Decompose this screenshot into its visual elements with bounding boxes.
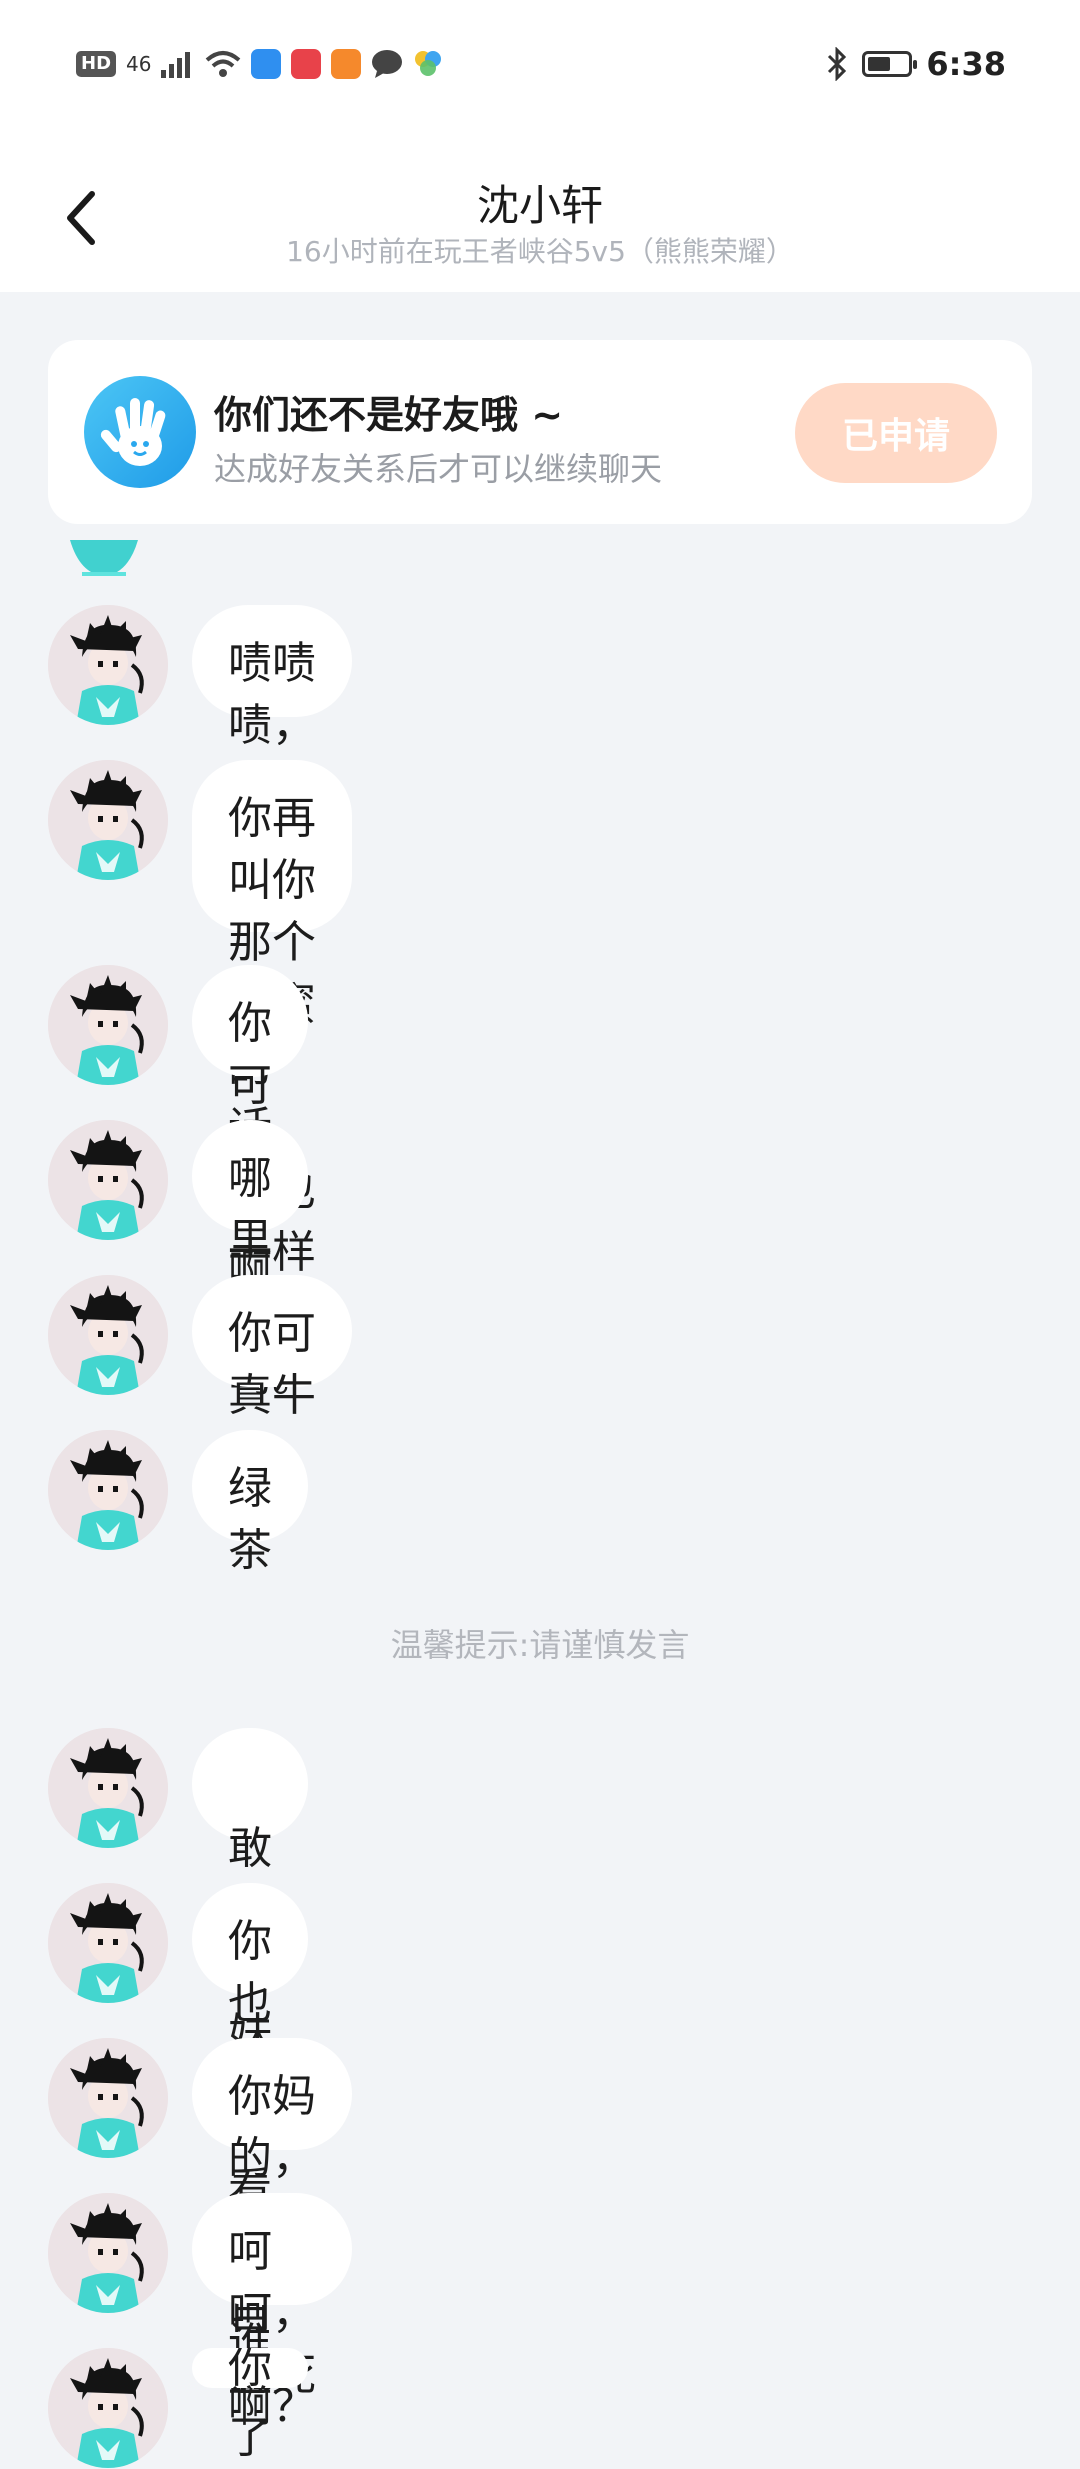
message-bubble[interactable]: 你说你的更吃不是 [192,2348,308,2388]
cloud-app-icon [251,49,282,79]
avatar[interactable] [48,1430,168,1550]
avatar[interactable] [48,1883,168,2003]
status-right: 6:38 [826,44,1006,84]
notice-description: 达成好友关系后才可以继续聊天 [214,450,663,488]
notice-title: 你们还不是好友哦 ~ [214,393,564,437]
message-bubble[interactable]: 呵呵，丑死了 [192,2193,352,2463]
message-bubble[interactable]: 哪里来的 [192,1120,308,1390]
status-bar: HD 46 6:38 [0,0,1080,130]
applied-button[interactable]: 已申请 [795,383,997,483]
bluetooth-icon [828,47,847,81]
message-bubble[interactable]: 你妈的，你以为你谁啊？ [192,2038,352,2432]
contact-name[interactable]: 沈小轩 [0,172,1080,233]
friend-notice-card: 你们还不是好友哦 ~ 达成好友关系后才可以继续聊天 已申请 [48,340,1032,524]
clock: 6:38 [926,45,1006,83]
avatar[interactable] [48,2193,168,2313]
message-icon [372,50,403,78]
avatar[interactable] [48,760,168,880]
message-bubble[interactable]: 你可真牛啊。 [192,1275,352,1483]
avatar[interactable] [48,1275,168,1395]
contact-status: 16小时前在玩王者峡谷5v5（熊熊荣耀） [286,235,794,268]
status-left: HD 46 [76,44,443,84]
network-label: 46 [126,52,152,76]
warning-tip: 温馨提示:请谨慎发言 [390,1626,690,1664]
avatar[interactable] [48,1120,168,1240]
avatar[interactable] [48,1728,168,1848]
video-app-icon [331,49,362,79]
message-bubble[interactable]: 你可真牛啊 [192,965,308,1297]
message-bubble[interactable]: 你也不看看你自己 [192,1883,308,2401]
avatar[interactable] [48,965,168,1085]
message-bubble[interactable]: 敢骂我妹 [192,1728,308,2060]
message-bubble[interactable]: 你再叫你那个闺蜜的话，我也 一样会骂。 [192,760,352,1402]
hand-wave-icon [84,376,196,488]
wifi-icon [206,51,241,77]
battery-icon [862,51,918,77]
hd-badge: HD [76,51,117,77]
chat-header: 沈小轩 16小时前在玩王者峡谷5v5（熊熊荣耀） [0,130,1080,292]
message-bubble[interactable]: 绿茶 [192,1430,308,1576]
message-bubble[interactable]: 啧啧啧，看你就烦。 [192,605,352,937]
signal-icon [161,52,191,78]
avatar-partial [66,540,142,580]
book-app-icon [291,49,322,79]
avatar[interactable] [48,2038,168,2158]
avatar[interactable] [48,2348,168,2468]
avatar[interactable] [48,605,168,725]
pinwheel-app-icon [415,51,442,76]
